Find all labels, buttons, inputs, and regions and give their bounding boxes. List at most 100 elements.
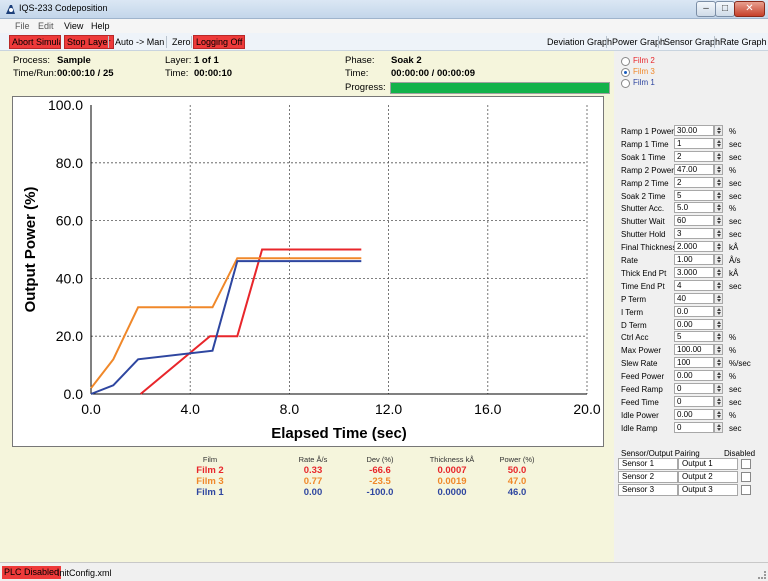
- param-input[interactable]: 0.00: [674, 318, 714, 330]
- pairing-output-cell[interactable]: Output 3: [678, 484, 738, 496]
- menu-edit[interactable]: Edit: [38, 21, 54, 31]
- param-unit: %: [729, 346, 737, 356]
- menu-help[interactable]: Help: [91, 21, 110, 31]
- param-input[interactable]: 2: [674, 150, 714, 162]
- series-line-film-3: [90, 257, 362, 389]
- pairing-sensor-cell[interactable]: Sensor 2: [618, 471, 678, 483]
- plc-status: PLC Disabled: [2, 566, 62, 579]
- spin-arrows-icon[interactable]: [714, 125, 723, 136]
- param-input[interactable]: 4: [674, 279, 714, 291]
- spin-arrows-icon[interactable]: [714, 370, 723, 382]
- stop-layer-button[interactable]: Stop Layer: [64, 35, 114, 49]
- spin-arrows-icon[interactable]: [714, 176, 723, 188]
- close-button[interactable]: ✕: [734, 1, 765, 17]
- spin-arrows-icon[interactable]: [714, 344, 723, 356]
- param-input[interactable]: 0: [674, 383, 714, 394]
- param-input[interactable]: 47.00: [674, 163, 714, 175]
- film-radio-label[interactable]: Film 1: [633, 78, 655, 87]
- param-input[interactable]: 1: [674, 137, 714, 149]
- abort-simulate-button[interactable]: Abort Simulate: [9, 35, 61, 49]
- param-input[interactable]: 0.00: [674, 408, 714, 420]
- param-unit: %: [729, 410, 737, 420]
- spin-arrows-icon[interactable]: [714, 331, 723, 343]
- param-input[interactable]: 3.000: [674, 266, 714, 278]
- param-input[interactable]: 5: [674, 189, 714, 201]
- process-value: Sample: [57, 55, 91, 66]
- spin-arrows-icon[interactable]: [714, 163, 723, 175]
- param-label: Slew Rate: [621, 359, 658, 369]
- pairing-output-cell[interactable]: Output 1: [678, 458, 738, 470]
- spin-arrows-icon[interactable]: [714, 305, 723, 317]
- pairing-disabled-checkbox[interactable]: [741, 459, 751, 469]
- param-input[interactable]: 3: [674, 228, 714, 240]
- logging-button[interactable]: Logging Off: [193, 35, 246, 49]
- param-input[interactable]: 30.00: [674, 125, 714, 136]
- param-label: Ramp 1 Power: [621, 127, 674, 136]
- progress-fill: [391, 83, 609, 93]
- spin-arrows-icon[interactable]: [714, 292, 723, 304]
- param-input[interactable]: 0: [674, 395, 714, 407]
- param-input[interactable]: 5.0: [674, 202, 714, 214]
- spin-arrows-icon[interactable]: [714, 279, 723, 291]
- spin-arrows-icon[interactable]: [714, 228, 723, 240]
- zero-button[interactable]: Zero: [170, 35, 193, 49]
- film-radio[interactable]: [621, 57, 630, 66]
- phase-time-value: 00:00:00 / 00:00:09: [391, 68, 475, 79]
- deviation-graph-button[interactable]: Deviation Graph: [545, 35, 614, 49]
- timerun-value: 00:00:10 / 25: [57, 68, 114, 79]
- spin-arrows-icon[interactable]: [714, 357, 723, 369]
- pairing-sensor-cell[interactable]: Sensor 3: [618, 484, 678, 496]
- film-radio-label[interactable]: Film 2: [633, 56, 655, 65]
- pairing-disabled-checkbox[interactable]: [741, 485, 751, 495]
- param-input[interactable]: 1.00: [674, 254, 714, 265]
- film-radio[interactable]: [621, 68, 630, 77]
- param-input[interactable]: 0: [674, 421, 714, 433]
- film-radio[interactable]: [621, 79, 630, 88]
- param-label: Ramp 1 Time: [621, 139, 669, 149]
- param-input[interactable]: 0.0: [674, 305, 714, 317]
- param-input[interactable]: 100: [674, 357, 714, 369]
- param-input[interactable]: 2.000: [674, 241, 714, 253]
- spin-arrows-icon[interactable]: [714, 215, 723, 227]
- layer-time-value: 00:00:10: [194, 68, 233, 79]
- pairing-output-cell[interactable]: Output 2: [678, 471, 738, 483]
- menu-view[interactable]: View: [64, 21, 83, 31]
- spin-arrows-icon[interactable]: [714, 395, 723, 407]
- summary-cell-power: 46.0: [507, 487, 527, 498]
- spin-arrows-icon[interactable]: [714, 318, 723, 330]
- pairing-title: Sensor/Output Pairing: [621, 449, 700, 458]
- param-label: Feed Ramp: [621, 385, 663, 394]
- spin-arrows-icon[interactable]: [714, 254, 723, 265]
- param-input[interactable]: 40: [674, 292, 714, 304]
- y-axis-label: Output Power (%): [22, 187, 39, 313]
- spin-arrows-icon[interactable]: [714, 189, 723, 201]
- menu-file[interactable]: File: [15, 21, 30, 31]
- param-input[interactable]: 5: [674, 331, 714, 343]
- film-radio-label[interactable]: Film 3: [633, 67, 655, 76]
- spin-arrows-icon[interactable]: [714, 241, 723, 253]
- param-unit: sec: [729, 397, 742, 407]
- resize-grip-icon[interactable]: [758, 571, 766, 579]
- spin-arrows-icon[interactable]: [714, 150, 723, 162]
- summary-header-power: Power (%): [499, 455, 535, 464]
- maximize-button[interactable]: □: [715, 1, 735, 17]
- param-input[interactable]: 100.00: [674, 344, 714, 356]
- spin-arrows-icon[interactable]: [714, 421, 723, 433]
- minimize-button[interactable]: –: [696, 1, 716, 17]
- param-label: Time End Pt: [621, 281, 665, 291]
- param-input[interactable]: 60: [674, 215, 714, 227]
- rate-graph-button[interactable]: Rate Graph: [718, 35, 768, 49]
- param-unit: sec: [729, 281, 742, 291]
- spin-arrows-icon[interactable]: [714, 137, 723, 149]
- progress-bar: [390, 82, 610, 94]
- spin-arrows-icon[interactable]: [714, 383, 723, 394]
- pairing-sensor-cell[interactable]: Sensor 1: [618, 458, 678, 470]
- spin-arrows-icon[interactable]: [714, 266, 723, 278]
- config-file-label: InitConfig.xml: [57, 568, 112, 578]
- auto-man-button[interactable]: Auto -> Man: [113, 35, 166, 49]
- spin-arrows-icon[interactable]: [714, 202, 723, 214]
- param-input[interactable]: 0.00: [674, 370, 714, 382]
- pairing-disabled-checkbox[interactable]: [741, 472, 751, 482]
- param-input[interactable]: 2: [674, 176, 714, 188]
- spin-arrows-icon[interactable]: [714, 408, 723, 420]
